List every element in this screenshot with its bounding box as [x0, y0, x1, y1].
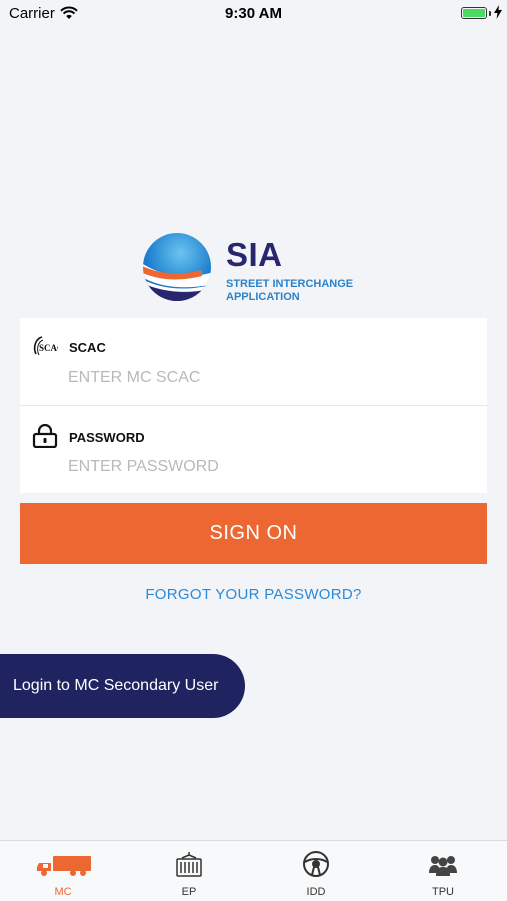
battery-tip	[489, 11, 491, 16]
tab-label-mc: MC	[54, 886, 72, 898]
tab-label-tpu: TPU	[432, 886, 454, 898]
scac-label: SCAC	[69, 340, 106, 355]
password-field: PASSWORD	[20, 406, 487, 493]
charging-icon	[494, 5, 502, 22]
svg-text:SCAC: SCAC	[39, 343, 58, 353]
battery-icon	[461, 7, 487, 19]
sign-on-button[interactable]: SIGN ON	[20, 503, 487, 564]
container-icon	[126, 851, 252, 879]
tab-label-ep: EP	[181, 886, 197, 898]
password-label: PASSWORD	[69, 430, 145, 445]
truck-icon	[0, 851, 126, 879]
tab-mc[interactable]: MC	[0, 841, 126, 901]
users-group-icon	[380, 851, 506, 879]
steering-wheel-icon	[253, 851, 379, 879]
logo-title: SIA	[226, 236, 283, 273]
lock-icon	[32, 423, 58, 453]
forgot-password-link[interactable]: FORGOT YOUR PASSWORD?	[0, 586, 507, 603]
tab-idd[interactable]: IDD	[253, 841, 379, 901]
globe-logo-icon	[143, 233, 211, 301]
scac-input[interactable]	[68, 366, 468, 390]
logo-subtitle-line2: APPLICATION	[226, 291, 300, 303]
scac-field: SCAC SCAC	[20, 318, 487, 406]
tab-tpu[interactable]: TPU	[380, 841, 506, 901]
secondary-user-login-button[interactable]: Login to MC Secondary User	[0, 654, 245, 718]
status-bar: Carrier 9:30 AM	[0, 0, 507, 28]
tab-bar: MC EP IDD TPU	[0, 840, 507, 901]
sia-logo: SIA STREET INTERCHANGE APPLICATION	[142, 232, 362, 304]
clock-time: 9:30 AM	[225, 5, 282, 22]
logo-subtitle-line1: STREET INTERCHANGE	[226, 278, 354, 290]
scac-icon: SCAC	[32, 334, 64, 363]
login-form: SCAC SCAC PASSWORD	[20, 318, 487, 493]
password-input[interactable]	[68, 455, 468, 479]
tab-ep[interactable]: EP	[126, 841, 252, 901]
tab-label-idd: IDD	[306, 886, 326, 898]
